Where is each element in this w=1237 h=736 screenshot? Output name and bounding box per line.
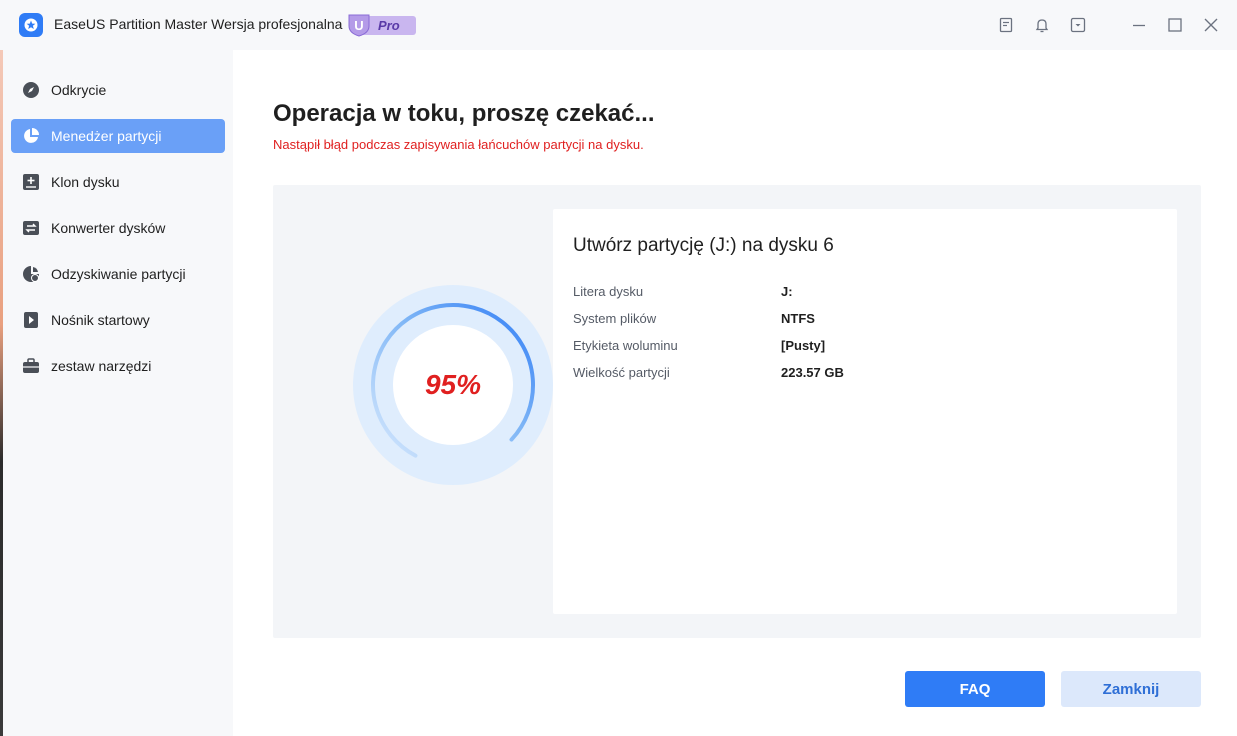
operation-panel: 95% Utwórz partycję (J:) na dysku 6 Lite… (273, 185, 1201, 638)
sidebar-item-bootable-media[interactable]: Nośnik startowy (11, 303, 225, 337)
toolbox-icon (21, 356, 41, 376)
progress-percent: 95% (424, 369, 482, 400)
sidebar-item-label: zestaw narzędzi (51, 358, 152, 374)
page-title: Operacja w toku, proszę czekać... (273, 100, 655, 127)
bootable-media-icon (21, 310, 41, 330)
dropdown-box-icon[interactable] (1067, 14, 1089, 36)
sidebar-item-label: Menedżer partycji (51, 128, 162, 144)
app-title: EaseUS Partition Master Wersja profesjon… (54, 16, 343, 32)
app-window: EaseUS Partition Master Wersja profesjon… (0, 0, 1237, 736)
close-button[interactable]: Zamknij (1061, 671, 1201, 707)
sidebar-item-partition-recovery[interactable]: Odzyskiwanie partycji (11, 257, 225, 291)
disk-convert-icon (21, 218, 41, 238)
sidebar-item-toolbox[interactable]: zestaw narzędzi (11, 349, 225, 383)
sidebar-item-label: Odzyskiwanie partycji (51, 266, 186, 282)
partition-recovery-icon (21, 264, 41, 284)
detail-row: System plików NTFS (573, 311, 1073, 331)
detail-row: Wielkość partycji 223.57 GB (573, 365, 1073, 385)
svg-text:U: U (354, 18, 363, 33)
sidebar-item-disk-clone[interactable]: Klon dysku (11, 165, 225, 199)
sidebar-item-disk-converter[interactable]: Konwerter dysków (11, 211, 225, 245)
app-logo-icon (19, 13, 43, 37)
maximize-icon[interactable] (1164, 14, 1186, 36)
sidebar: Odkrycie Menedżer partycji Klon dysku Ko… (3, 50, 233, 736)
sidebar-item-label: Odkrycie (51, 82, 107, 98)
operation-card: Utwórz partycję (J:) na dysku 6 Litera d… (553, 209, 1177, 614)
detail-value: 223.57 GB (781, 365, 844, 380)
sidebar-item-label: Konwerter dysków (51, 220, 166, 236)
sidebar-item-label: Nośnik startowy (51, 312, 150, 328)
operation-title: Utwórz partycję (J:) na dysku 6 (573, 235, 834, 256)
detail-key: Litera dysku (573, 284, 644, 299)
detail-key: Etykieta woluminu (573, 338, 678, 353)
badge-shield-icon: U (348, 14, 370, 37)
detail-value: NTFS (781, 311, 815, 326)
error-message: Nastąpił błąd podczas zapisywania łańcuc… (273, 137, 644, 152)
pie-chart-icon (21, 126, 41, 146)
detail-value: J: (781, 284, 793, 299)
notes-icon[interactable] (995, 14, 1017, 36)
sidebar-item-discovery[interactable]: Odkrycie (11, 73, 225, 107)
close-icon[interactable] (1200, 14, 1222, 36)
detail-row: Etykieta woluminu [Pusty] (573, 338, 1073, 358)
faq-button[interactable]: FAQ (905, 671, 1045, 707)
detail-value: [Pusty] (781, 338, 826, 353)
pro-badge: Pro U (346, 13, 416, 37)
disk-clone-icon (21, 172, 41, 192)
detail-key: Wielkość partycji (573, 365, 670, 380)
sidebar-item-partition-manager[interactable]: Menedżer partycji (11, 119, 225, 153)
progress-ring: 95% (353, 285, 553, 485)
compass-icon (21, 80, 41, 100)
detail-row: Litera dysku J: (573, 284, 1073, 304)
bell-icon[interactable] (1031, 14, 1053, 36)
main-content: Operacja w toku, proszę czekać... Nastąp… (233, 50, 1237, 736)
title-bar: EaseUS Partition Master Wersja profesjon… (0, 0, 1237, 50)
detail-key: System plików (573, 311, 657, 326)
sidebar-item-label: Klon dysku (51, 174, 120, 190)
minimize-icon[interactable] (1128, 14, 1150, 36)
